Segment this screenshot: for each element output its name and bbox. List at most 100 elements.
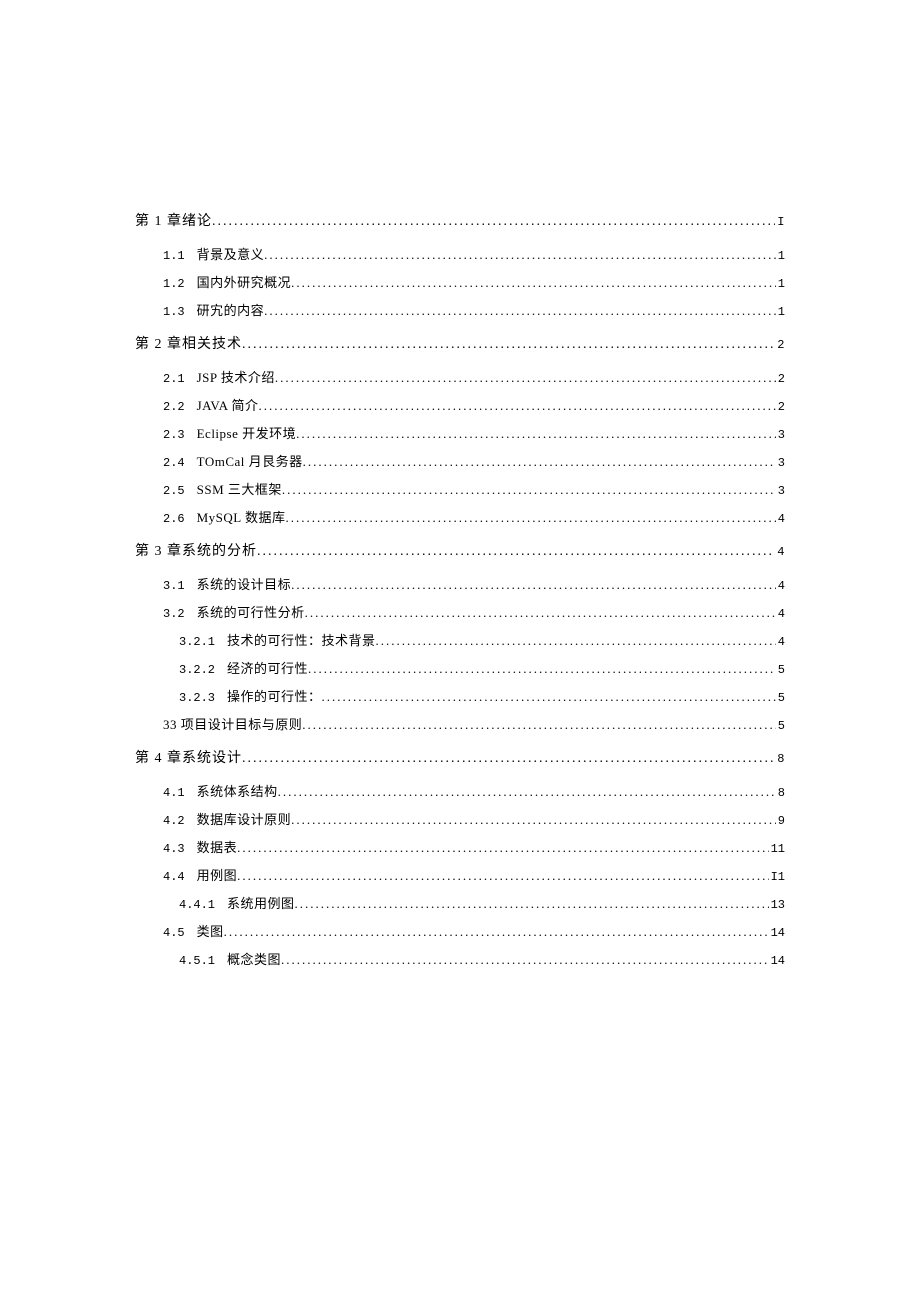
toc-entry-number: 第 2 章相关技术 bbox=[135, 333, 242, 353]
toc-entry-number: 1.2 bbox=[163, 277, 185, 291]
toc-leader-dots bbox=[242, 337, 775, 353]
toc-entry-page: I bbox=[775, 215, 785, 229]
toc-entry-title: 系统体系结构 bbox=[197, 781, 278, 800]
toc-entry-title: 技术的可行性：技术背景 bbox=[227, 630, 376, 649]
toc-entry-page: 4 bbox=[776, 512, 785, 526]
toc-entry-number: 3.2.3 bbox=[179, 691, 215, 705]
toc-leader-dots bbox=[302, 717, 776, 733]
toc-entry-title: 国内外研究概况 bbox=[197, 272, 292, 291]
toc-entry: 1.2 国内外研究概况 1 bbox=[135, 272, 785, 291]
toc-entry-title: 概念类图 bbox=[227, 949, 281, 968]
toc-entry-page: 4 bbox=[776, 579, 785, 593]
toc-entry: 2.2 JAVA 简介 2 bbox=[135, 395, 785, 414]
toc-entry-page: 3 bbox=[776, 456, 785, 470]
toc-entry-number: 第 1 章绪论 bbox=[135, 210, 212, 230]
toc-entry-number: 第 3 章系统的分析 bbox=[135, 540, 257, 560]
toc-leader-dots bbox=[212, 214, 775, 230]
toc-entry: 4.2 数据库设计原则 9 bbox=[135, 809, 785, 828]
toc-entry-number: 2.6 bbox=[163, 512, 185, 526]
toc-entry-number: 2.2 bbox=[163, 400, 185, 414]
toc-entry: 4.5 类图 14 bbox=[135, 921, 785, 940]
toc-page: 第 1 章绪论 I 1.1 背景及意义 1 1.2 国内外研究概况 1 1.3 研宄的… bbox=[0, 0, 920, 968]
toc-entry-number: 1.3 bbox=[163, 305, 185, 319]
toc-entry: 3.2 系统的可行性分析 4 bbox=[135, 602, 785, 621]
toc-entry-title: MySQL 数据库 bbox=[197, 507, 286, 526]
toc-leader-dots bbox=[259, 398, 776, 414]
toc-entry-title: 系统的设计目标 bbox=[197, 574, 292, 593]
toc-entry-page: 8 bbox=[775, 752, 785, 766]
toc-leader-dots bbox=[264, 247, 776, 263]
toc-leader-dots bbox=[322, 689, 776, 705]
toc-entry-page: 2 bbox=[776, 400, 785, 414]
toc-leader-dots bbox=[291, 812, 776, 828]
toc-entry-number: 4.5 bbox=[163, 926, 185, 940]
toc-entry: 2.5 SSM 三大框架 3 bbox=[135, 479, 785, 498]
toc-entry-number: 4.1 bbox=[163, 786, 185, 800]
toc-leader-dots bbox=[257, 544, 775, 560]
toc-entry-number: 33 项目设计目标与原则 bbox=[163, 714, 302, 733]
toc-entry-page: 14 bbox=[769, 926, 785, 940]
toc-entry-page: 4 bbox=[775, 545, 785, 559]
toc-entry: 4.5.1 概念类图 14 bbox=[135, 949, 785, 968]
toc-leader-dots bbox=[242, 751, 775, 767]
toc-entry-title: JSP 技术介绍 bbox=[197, 367, 275, 386]
toc-entry: 3.2.3 操作的可行性： 5 bbox=[135, 686, 785, 705]
toc-leader-dots bbox=[291, 577, 776, 593]
toc-leader-dots bbox=[282, 482, 776, 498]
toc-entry: 33 项目设计目标与原则 5 bbox=[135, 714, 785, 733]
toc-entry: 3.2.2 经济的可行性 5 bbox=[135, 658, 785, 677]
toc-entry: 1.1 背景及意义 1 bbox=[135, 244, 785, 263]
toc-entry-title: 用例图 bbox=[197, 865, 238, 884]
toc-leader-dots bbox=[308, 661, 776, 677]
toc-entry-page: 9 bbox=[776, 814, 785, 828]
toc-entry-number: 2.5 bbox=[163, 484, 185, 498]
toc-entry: 2.3 Eclipse 开发环境 3 bbox=[135, 423, 785, 442]
toc-leader-dots bbox=[237, 840, 768, 856]
toc-entry-number: 4.2 bbox=[163, 814, 185, 828]
toc-entry: 2.1 JSP 技术介绍 2 bbox=[135, 367, 785, 386]
toc-entry: 3.1 系统的设计目标 4 bbox=[135, 574, 785, 593]
toc-leader-dots bbox=[264, 303, 776, 319]
toc-entry-page: 1 bbox=[776, 249, 785, 263]
toc-entry-page: 5 bbox=[776, 719, 785, 733]
toc-entry-title: 操作的可行性： bbox=[227, 686, 322, 705]
toc-leader-dots bbox=[303, 454, 776, 470]
toc-leader-dots bbox=[296, 426, 776, 442]
toc-entry-page: 4 bbox=[776, 607, 785, 621]
toc-leader-dots bbox=[305, 605, 776, 621]
toc-entry: 第 1 章绪论 I bbox=[135, 210, 785, 230]
toc-entry: 第 4 章系统设计 8 bbox=[135, 747, 785, 767]
toc-entry-number: 1.1 bbox=[163, 249, 185, 263]
toc-entry: 第 2 章相关技术 2 bbox=[135, 333, 785, 353]
toc-entry: 1.3 研宄的内容 1 bbox=[135, 300, 785, 319]
toc-entry-number: 4.3 bbox=[163, 842, 185, 856]
toc-entry-number: 2.1 bbox=[163, 372, 185, 386]
toc-entry-title: 研宄的内容 bbox=[197, 300, 265, 319]
toc-entry: 第 3 章系统的分析 4 bbox=[135, 540, 785, 560]
toc-entry: 3.2.1 技术的可行性：技术背景 4 bbox=[135, 630, 785, 649]
toc-leader-dots bbox=[281, 952, 769, 968]
toc-entry-page: 4 bbox=[776, 635, 785, 649]
toc-entry-number: 3.1 bbox=[163, 579, 185, 593]
toc-entry: 4.4 用例图 I1 bbox=[135, 865, 785, 884]
toc-leader-dots bbox=[295, 896, 769, 912]
toc-entry-page: 3 bbox=[776, 484, 785, 498]
toc-entry-title: 系统用例图 bbox=[227, 893, 295, 912]
toc-entry-number: 3.2.2 bbox=[179, 663, 215, 677]
toc-entry-title: JAVA 简介 bbox=[197, 395, 259, 414]
toc-entry-page: 14 bbox=[769, 954, 785, 968]
toc-entry-title: 背景及意义 bbox=[197, 244, 265, 263]
toc-entry-title: SSM 三大框架 bbox=[197, 479, 282, 498]
toc-entry-page: 8 bbox=[776, 786, 785, 800]
toc-entry: 2.4 TOmCal 月艮务器 3 bbox=[135, 451, 785, 470]
toc-entry-page: 5 bbox=[776, 663, 785, 677]
toc-leader-dots bbox=[278, 784, 776, 800]
toc-leader-dots bbox=[237, 868, 768, 884]
toc-leader-dots bbox=[291, 275, 776, 291]
toc-entry-title: Eclipse 开发环境 bbox=[197, 423, 297, 442]
toc-entry-title: 类图 bbox=[197, 921, 224, 940]
toc-entry-page: 2 bbox=[776, 372, 785, 386]
toc-entry: 4.1 系统体系结构 8 bbox=[135, 781, 785, 800]
toc-entry-number: 3.2.1 bbox=[179, 635, 215, 649]
toc-entry-number: 4.4 bbox=[163, 870, 185, 884]
